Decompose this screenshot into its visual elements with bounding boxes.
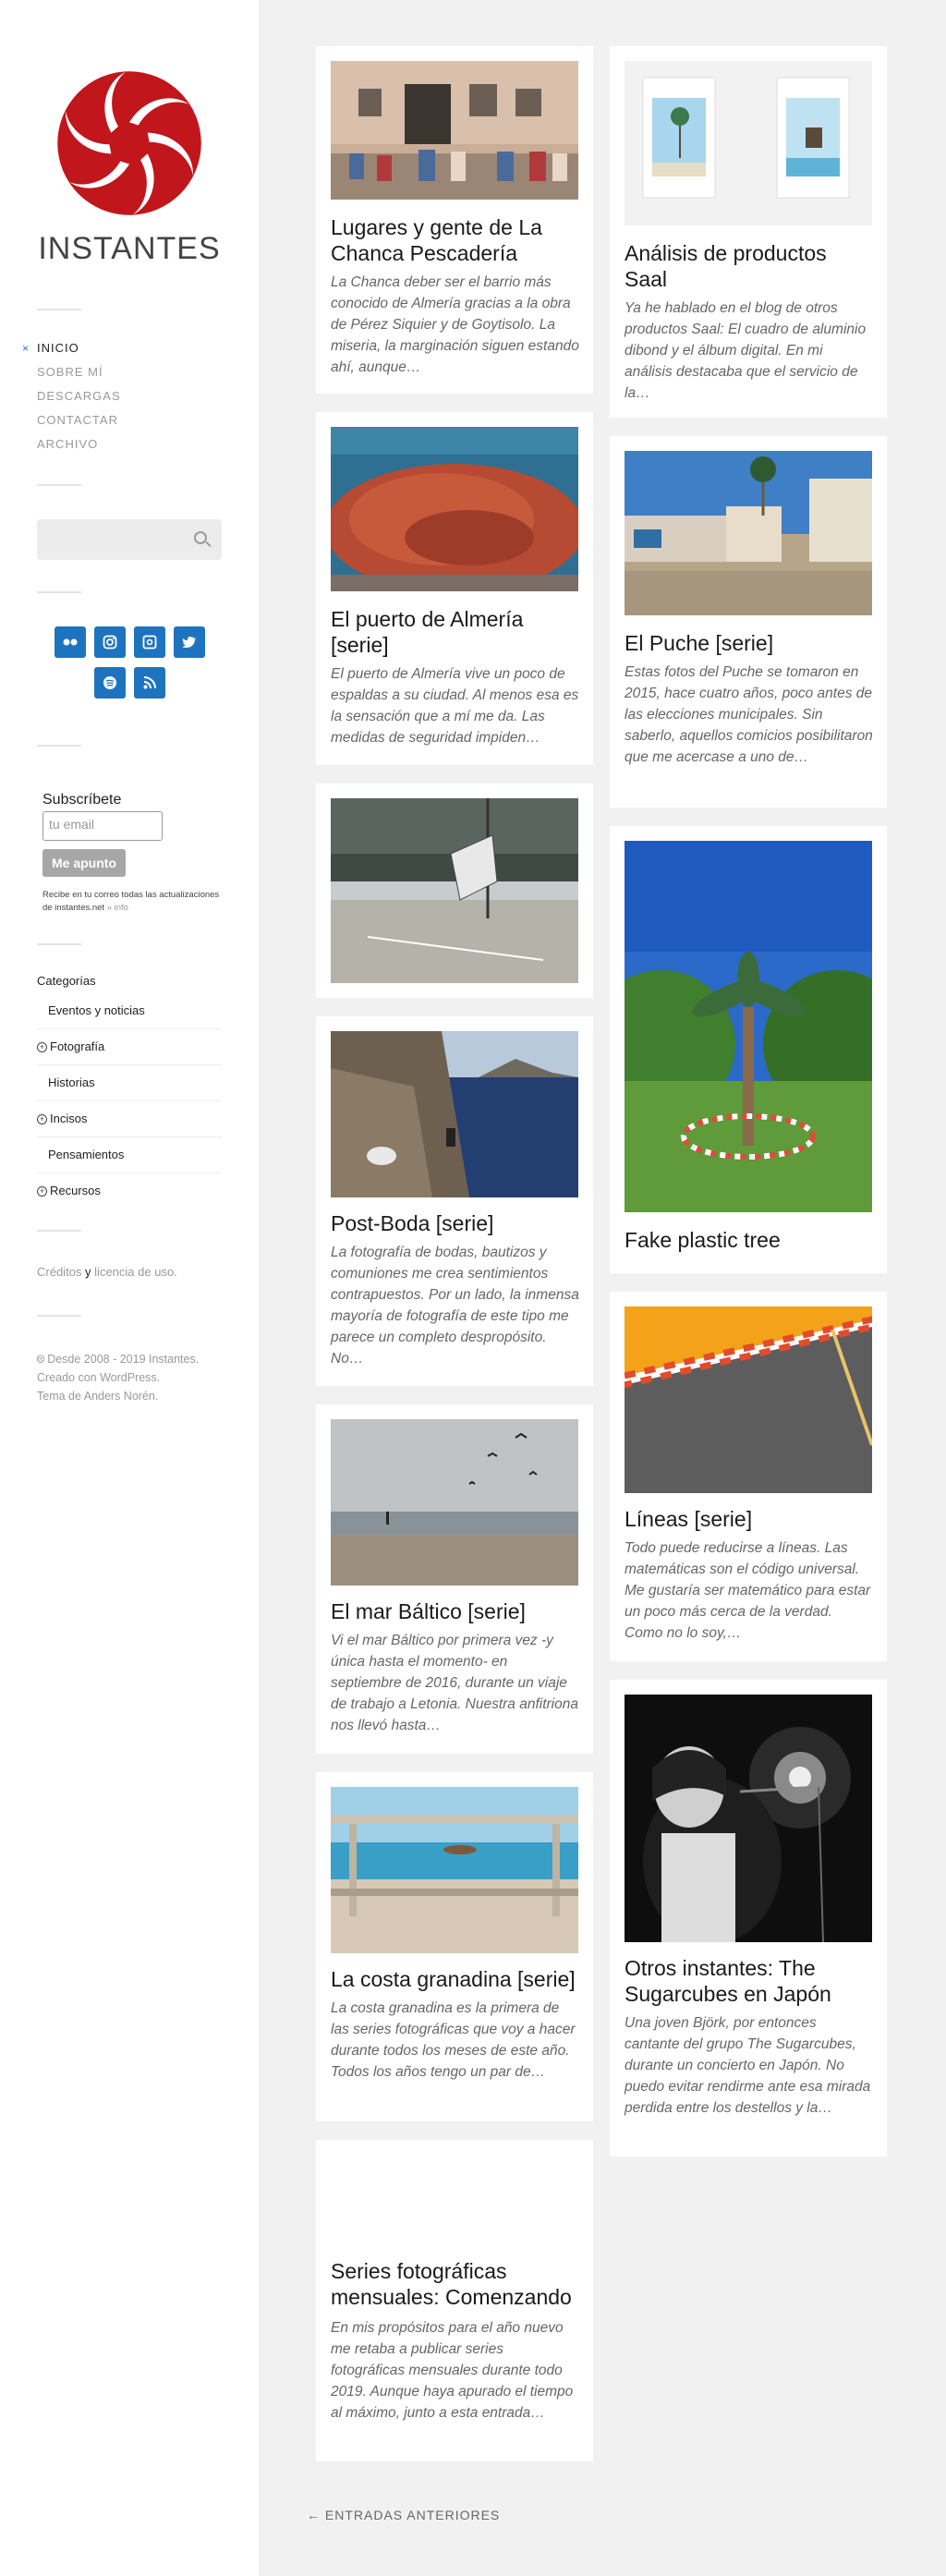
- active-marker-icon: ×: [22, 342, 30, 355]
- post-card[interactable]: Series fotográficas mensuales: Comenzand…: [316, 2140, 593, 2461]
- 500px-icon[interactable]: [133, 626, 165, 658]
- post-excerpt: Ya he hablado en el blog de otros produc…: [625, 300, 867, 401]
- post-thumbnail[interactable]: [331, 1787, 578, 1953]
- rss-icon[interactable]: [133, 667, 165, 699]
- subscribe-button[interactable]: Me apunto: [42, 849, 126, 877]
- post-excerpt: La costa granadina es la primera de las …: [331, 2000, 576, 2080]
- post-title[interactable]: Fake plastic tree: [625, 1227, 874, 1253]
- post-card[interactable]: El mar Báltico [serie] Vi el mar Báltico…: [316, 1404, 593, 1754]
- post-excerpt: Vi el mar Báltico por primera vez -y úni…: [331, 1633, 578, 1733]
- post-excerpt: La fotografía de bodas, bautizos y comun…: [331, 1245, 579, 1367]
- instagram-icon[interactable]: [93, 626, 126, 658]
- post-thumbnail[interactable]: [625, 451, 872, 615]
- post-card[interactable]: La costa granadina [serie] La costa gran…: [316, 1772, 593, 2121]
- category-item[interactable]: + Recursos: [37, 1173, 222, 1209]
- post-excerpt: La Chanca deber ser el barrio más conoci…: [331, 274, 579, 375]
- post-title[interactable]: Lugares y gente de La Chanca Pescadería: [331, 214, 580, 266]
- post-thumbnail[interactable]: [331, 798, 578, 983]
- post-thumbnail[interactable]: [625, 1306, 872, 1493]
- post-card[interactable]: Líneas [serie] Todo puede reducirse a lí…: [610, 1292, 887, 1661]
- category-item[interactable]: Pensamientos: [37, 1137, 222, 1173]
- post-excerpt: En mis propósitos para el año nuevo me r…: [331, 2320, 574, 2421]
- divider: [37, 591, 81, 593]
- spotify-icon[interactable]: [93, 667, 126, 699]
- nav-item-sobre-mi[interactable]: SOBRE MÍ: [37, 364, 121, 388]
- post-title[interactable]: Líneas [serie]: [625, 1506, 874, 1532]
- divider: [37, 1315, 81, 1317]
- nav-item-contactar[interactable]: CONTACTAR: [37, 412, 121, 436]
- copyright: 🅭 Desde 2008 - 2019 Instantes. Creado co…: [37, 1353, 200, 1403]
- subscribe-info-link[interactable]: » info: [107, 903, 128, 913]
- social-links-row-1: [0, 626, 259, 658]
- expand-icon[interactable]: +: [37, 1114, 47, 1124]
- post-card[interactable]: Lugares y gente de La Chanca Pescadería …: [316, 46, 593, 394]
- post-card[interactable]: El Puche [serie] Estas fotos del Puche s…: [610, 436, 887, 808]
- post-thumbnail[interactable]: [331, 61, 578, 200]
- social-links-row-2: [0, 667, 259, 699]
- expand-icon[interactable]: +: [37, 1186, 47, 1197]
- older-entries-link[interactable]: ← ENTRADAS ANTERIORES: [307, 2508, 500, 2522]
- license-link[interactable]: licencia de uso: [94, 1265, 174, 1279]
- post-thumbnail[interactable]: [331, 1031, 578, 1197]
- divider: [37, 745, 81, 747]
- categories-title: Categorías: [37, 974, 96, 988]
- post-thumbnail[interactable]: [331, 427, 578, 591]
- post-title[interactable]: El mar Báltico [serie]: [331, 1598, 580, 1624]
- post-card[interactable]: Post-Boda [serie] La fotografía de bodas…: [316, 1016, 593, 1386]
- post-thumbnail[interactable]: [331, 1419, 578, 1586]
- credits-line: Créditos y licencia de uso.: [37, 1265, 177, 1279]
- post-title[interactable]: Series fotográficas mensuales: Comenzand…: [331, 2258, 580, 2310]
- post-title[interactable]: Otros instantes: The Sugarcubes en Japón: [625, 1955, 874, 2007]
- search-input[interactable]: [37, 519, 222, 560]
- post-title[interactable]: El puerto de Almería [serie]: [331, 606, 580, 658]
- divider: [37, 309, 81, 310]
- post-title[interactable]: Análisis de productos Saal: [625, 240, 874, 292]
- category-item[interactable]: + Incisos: [37, 1101, 222, 1137]
- divider: [37, 1230, 81, 1232]
- categories-list: Eventos y noticias + Fotografía Historias…: [37, 993, 222, 1209]
- main-navigation: × INICIO SOBRE MÍ DESCARGAS CONTACTAR ARC…: [22, 340, 121, 460]
- post-title[interactable]: Post-Boda [serie]: [331, 1210, 580, 1236]
- post-excerpt: El puerto de Almería vive un poco de esp…: [331, 666, 579, 746]
- post-title[interactable]: El Puche [serie]: [625, 630, 874, 656]
- subscribe-note: Recibe en tu correo todas las actualizac…: [42, 890, 220, 913]
- sidebar: INSTANTES × INICIO SOBRE MÍ DESCARGAS CON…: [0, 0, 259, 2576]
- post-thumbnail[interactable]: [625, 841, 872, 1212]
- subscribe-title: Subscríbete: [42, 792, 122, 808]
- category-item[interactable]: Eventos y noticias: [37, 993, 222, 1029]
- search-icon[interactable]: [194, 531, 207, 544]
- category-item[interactable]: Historias: [37, 1065, 222, 1101]
- subscribe-email-field[interactable]: tu email: [42, 811, 163, 841]
- divider: [37, 484, 81, 486]
- nav-item-archivo[interactable]: ARCHIVO: [37, 436, 121, 460]
- site-title[interactable]: INSTANTES: [0, 231, 259, 267]
- flickr-icon[interactable]: [54, 626, 86, 658]
- post-thumbnail[interactable]: [625, 1695, 872, 1942]
- category-item[interactable]: + Fotografía: [37, 1029, 222, 1065]
- post-card[interactable]: Análisis de productos Saal Ya he hablado…: [610, 46, 887, 418]
- expand-icon[interactable]: +: [37, 1042, 47, 1052]
- nav-item-inicio[interactable]: × INICIO: [22, 340, 121, 364]
- divider: [37, 943, 81, 945]
- post-excerpt: Estas fotos del Puche se tomaron en 2015…: [625, 664, 873, 765]
- site-logo[interactable]: [55, 68, 204, 218]
- post-card[interactable]: Otros instantes: The Sugarcubes en Japón…: [610, 1680, 887, 2157]
- credits-link[interactable]: Créditos: [37, 1265, 81, 1279]
- post-thumbnail[interactable]: [625, 61, 872, 225]
- post-card[interactable]: [316, 784, 593, 998]
- post-excerpt: Todo puede reducirse a líneas. Las matem…: [625, 1540, 871, 1641]
- creative-commons-icon: 🅭: [37, 1353, 44, 1366]
- post-excerpt: Una joven Björk, por entonces cantante d…: [625, 2015, 871, 2116]
- nav-item-descargas[interactable]: DESCARGAS: [37, 388, 121, 412]
- post-card[interactable]: El puerto de Almería [serie] El puerto d…: [316, 412, 593, 765]
- twitter-icon[interactable]: [173, 626, 205, 658]
- post-title[interactable]: La costa granadina [serie]: [331, 1966, 580, 1992]
- post-card[interactable]: Fake plastic tree: [610, 826, 887, 1273]
